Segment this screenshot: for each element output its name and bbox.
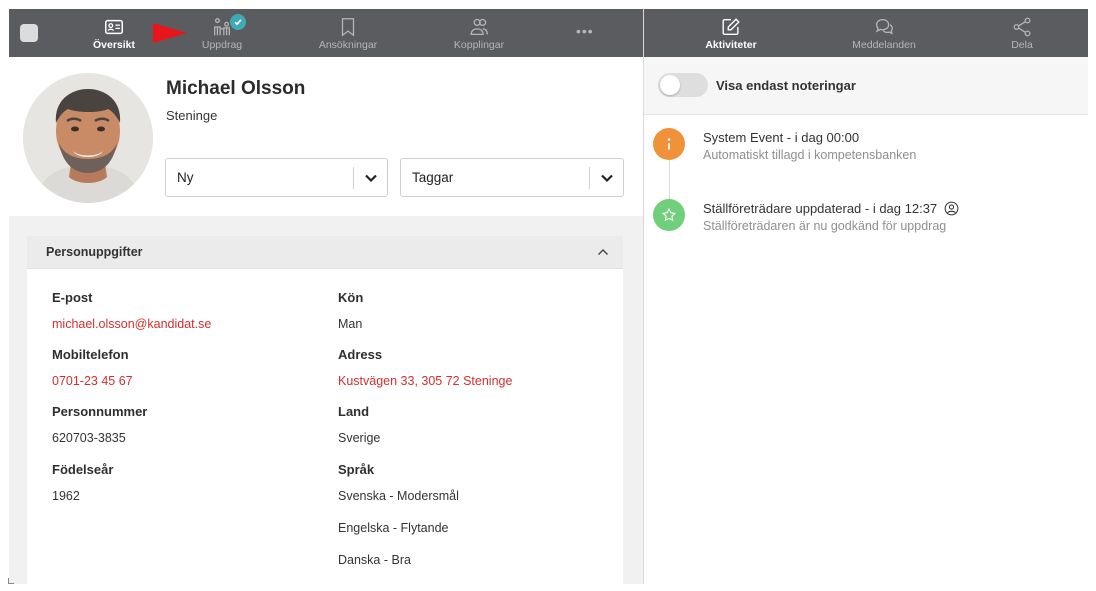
pointer-arrow-icon <box>153 23 187 43</box>
gender-value: Man <box>338 317 363 331</box>
personal-info-header[interactable]: Personuppgifter <box>27 236 623 269</box>
tab-dela[interactable]: Dela <box>1006 9 1038 57</box>
birth-year-value: 1962 <box>52 489 80 503</box>
main-tabbar: Översikt Uppdrag Ansökningar Kopplingar … <box>9 9 643 57</box>
address-label: Adress <box>338 347 383 362</box>
event-title: System Event - i dag 00:00 <box>703 130 860 145</box>
language-item: Svenska - Modersmål <box>338 489 459 503</box>
tab-label: Ansökningar <box>318 39 378 51</box>
mobile-label: Mobiltelefon <box>52 347 129 362</box>
mobile-link[interactable]: 0701-23 45 67 <box>52 374 133 388</box>
gender-label: Kön <box>338 290 364 305</box>
tags-select[interactable]: Taggar <box>400 158 624 197</box>
email-label: E-post <box>52 290 93 305</box>
ssn-value: 620703-3835 <box>52 431 126 445</box>
toggle-knob <box>660 75 680 95</box>
tab-label: Uppdrag <box>201 39 243 51</box>
tab-kopplingar[interactable]: Kopplingar <box>449 9 509 57</box>
tab-aktiviteter[interactable]: Aktiviteter <box>700 9 762 57</box>
tab-label: Dela <box>1011 39 1033 51</box>
tab-oversikt[interactable]: Översikt <box>87 9 141 57</box>
profile-photo <box>23 73 153 203</box>
event-title-text: Ställföreträdare uppdaterad - i dag 12:3… <box>703 201 938 216</box>
birth-year-label: Födelseår <box>52 462 114 477</box>
event-subtitle: Ställföreträdaren är nu godkänd för uppd… <box>703 219 947 233</box>
more-options-icon[interactable]: ••• <box>576 23 594 39</box>
card-title: Personuppgifter <box>46 245 143 259</box>
status-select-value: Ny <box>177 170 194 185</box>
users-icon <box>470 18 488 35</box>
country-label: Land <box>338 404 370 419</box>
candidate-location: Steninge <box>166 108 218 123</box>
chat-icon <box>876 19 893 35</box>
candidate-name: Michael Olsson <box>166 78 306 99</box>
address-link[interactable]: Kustvägen 33, 305 72 Steninge <box>338 374 512 388</box>
tags-select-value: Taggar <box>412 170 454 185</box>
notes-only-label: Visa endast noteringar <box>716 78 856 93</box>
chevron-up-icon[interactable] <box>583 248 623 256</box>
check-badge-icon <box>230 14 246 30</box>
star-icon <box>653 199 685 231</box>
chevron-down-icon <box>354 173 387 183</box>
share-icon <box>1013 17 1031 37</box>
event-title: Ställföreträdare uppdaterad - i dag 12:3… <box>703 201 959 219</box>
corner-marker <box>8 578 14 584</box>
ssn-label: Personnummer <box>52 404 148 419</box>
bookmark-icon <box>341 18 355 37</box>
edit-icon <box>722 18 740 36</box>
tab-meddelanden[interactable]: Meddelanden <box>844 9 924 57</box>
tab-label: Kopplingar <box>453 39 505 51</box>
language-label: Språk <box>338 462 375 477</box>
id-card-icon <box>105 19 123 35</box>
info-icon <box>653 128 685 160</box>
country-value: Sverige <box>338 431 381 445</box>
personal-info-card: Personuppgifter E-post michael.olsson@ka… <box>27 236 623 584</box>
person-circle-icon <box>944 201 959 219</box>
tab-label: Översikt <box>92 39 136 51</box>
status-select[interactable]: Ny <box>165 158 388 197</box>
tab-ansokningar[interactable]: Ansökningar <box>309 9 387 57</box>
tab-label: Meddelanden <box>852 39 916 51</box>
notes-filter-row: Visa endast noteringar <box>644 57 1088 115</box>
email-link[interactable]: michael.olsson@kandidat.se <box>52 317 211 331</box>
language-item: Danska - Bra <box>338 553 411 567</box>
chevron-down-icon <box>590 173 623 183</box>
tab-label: Aktiviteter <box>705 39 757 51</box>
avatar <box>23 73 153 203</box>
window-control-button[interactable] <box>20 24 38 42</box>
language-item: Engelska - Flytande <box>338 521 449 535</box>
activity-tabbar: Aktiviteter Meddelanden Dela <box>644 9 1088 57</box>
notes-only-toggle[interactable] <box>658 73 708 97</box>
event-subtitle: Automatiskt tillagd i kompetensbanken <box>703 148 917 162</box>
